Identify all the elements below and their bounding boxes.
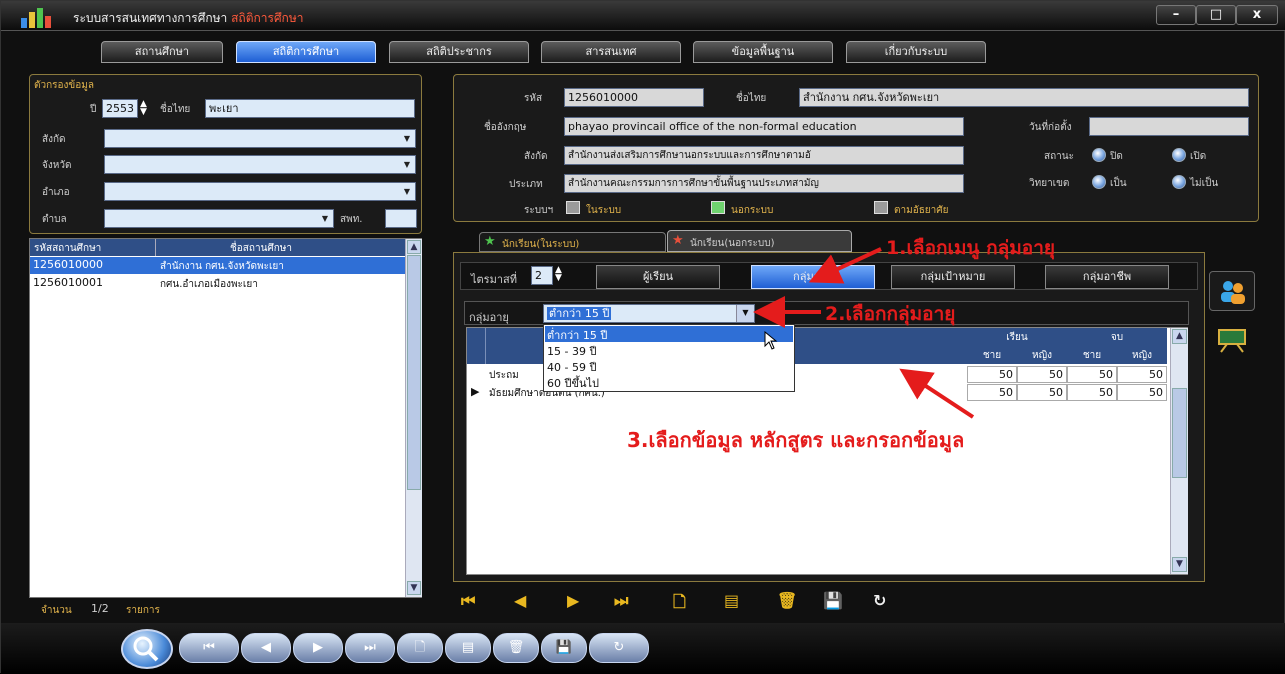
annotation-step1: 1.เลือกเมนู กลุ่มอายุ	[886, 237, 1055, 259]
annotation-step2: 2.เลือกกลุ่มอายุ	[825, 303, 956, 325]
annotation-arrows	[753, 247, 975, 419]
arrow-step1	[808, 247, 882, 284]
arrow-step3	[899, 368, 975, 419]
annotation-step3: 3.เลือกข้อมูล หลักสูตร และกรอกข้อมูล	[627, 428, 965, 452]
app-window: ระบบสารสนเทศทางการศึกษา สถิติการศึกษา – …	[0, 0, 1285, 674]
